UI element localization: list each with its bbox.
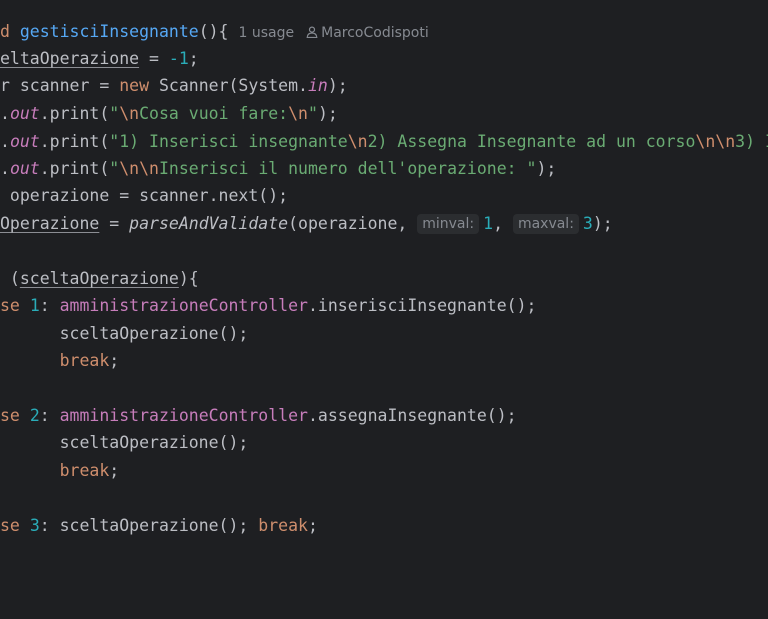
code-line[interactable]: se 1: amministrazioneController.inserisc… — [0, 292, 536, 319]
method-name[interactable]: gestisciInsegnante — [20, 22, 199, 41]
code-line[interactable]: .out.print("\nCosa vuoi fare:\n"); — [0, 100, 338, 127]
person-icon — [306, 26, 318, 38]
code-line[interactable]: Operazione = parseAndValidate(operazione… — [0, 210, 613, 237]
code-line[interactable]: sceltaOperazione(); — [0, 320, 249, 347]
code-line[interactable]: r scanner = new Scanner(System.in); — [0, 72, 348, 99]
code-line[interactable]: .out.print("1) Inserisci insegnante\n2) … — [0, 128, 768, 155]
code-editor[interactable]: d gestisciInsegnante(){1 usage MarcoCodis… — [0, 0, 768, 619]
code-line[interactable]: operazione = scanner.next(); — [0, 182, 288, 209]
author-name: MarcoCodispoti — [321, 25, 429, 41]
code-line[interactable]: (sceltaOperazione){ — [0, 265, 199, 292]
code-line[interactable]: break; — [0, 457, 120, 484]
code-line[interactable]: se 3: sceltaOperazione(); break; — [0, 512, 318, 539]
code-line-method-declaration[interactable]: d gestisciInsegnante(){1 usage MarcoCodis… — [0, 18, 429, 45]
code-line[interactable]: sceltaOperazione(); — [0, 429, 249, 456]
code-line[interactable]: eltaOperazione = -1; — [0, 45, 199, 72]
usage-count-link[interactable]: 1 usage MarcoCodispoti — [239, 25, 429, 41]
code-line[interactable]: .out.print("\n\nInserisci il numero dell… — [0, 155, 556, 182]
code-line[interactable]: break; — [0, 347, 120, 374]
parameter-hint: maxval: — [512, 214, 579, 234]
code-line[interactable]: se 2: amministrazioneController.assegnaI… — [0, 402, 517, 429]
parameter-hint: minval: — [417, 214, 480, 234]
